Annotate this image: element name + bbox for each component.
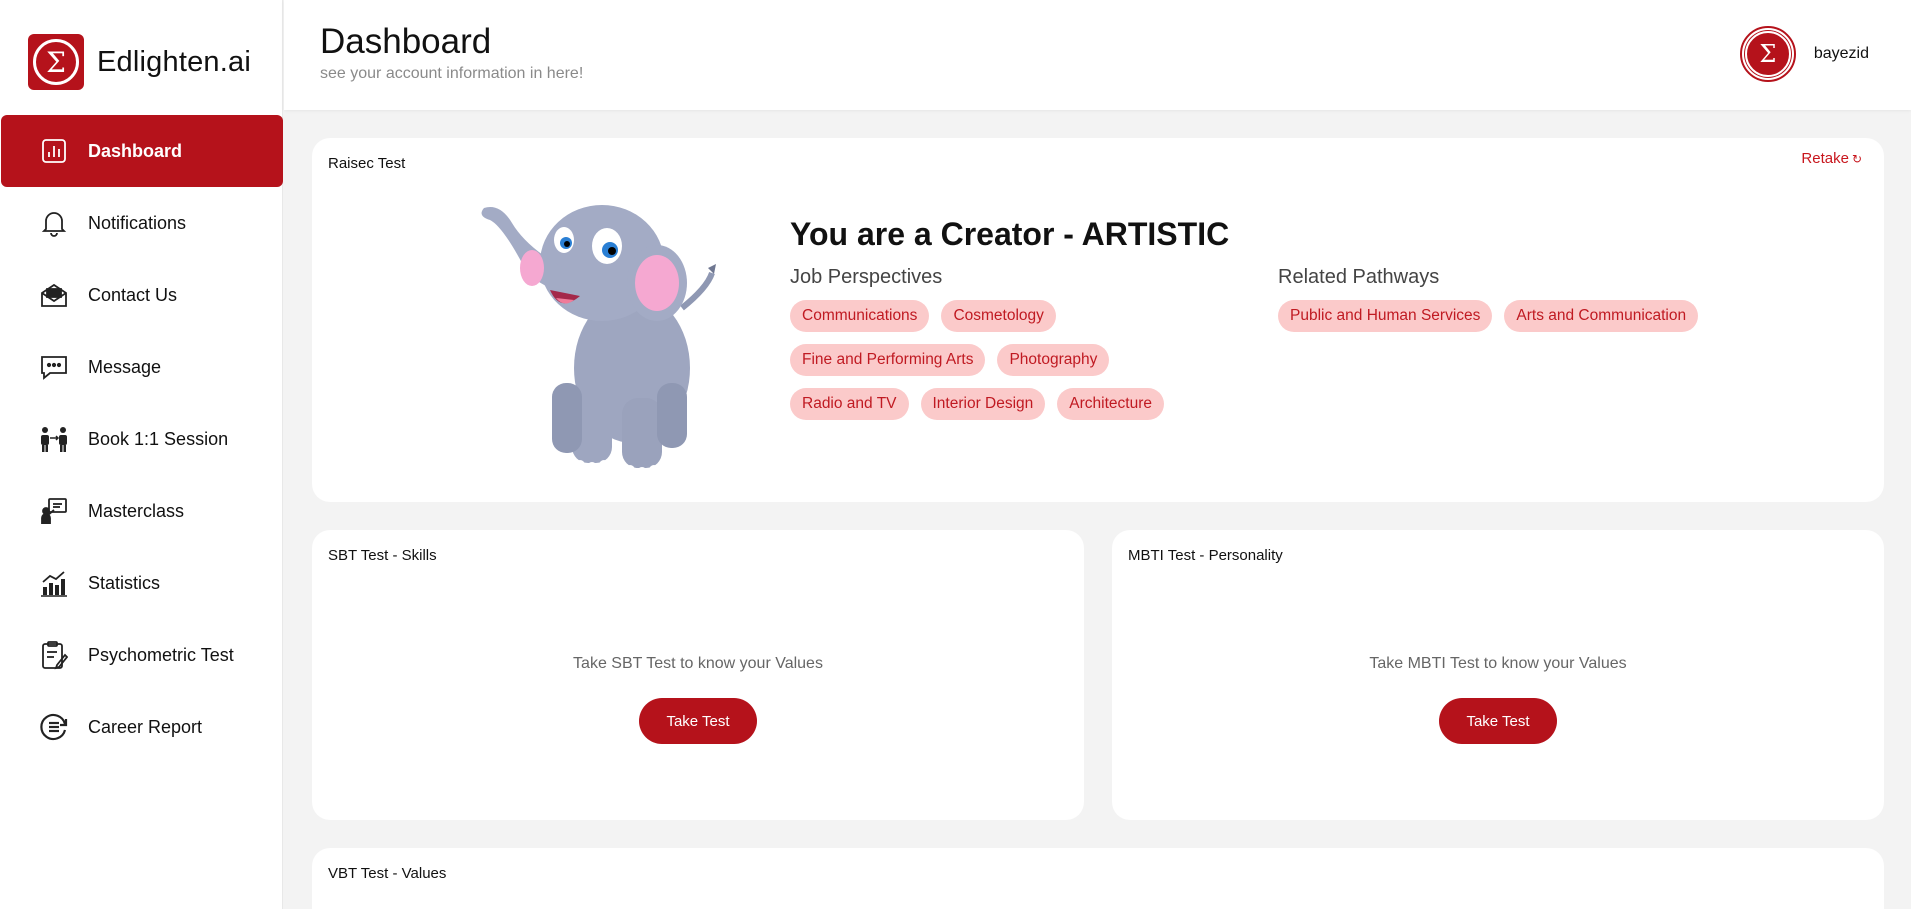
sidebar-item-label: Masterclass xyxy=(88,500,185,521)
job-tag: Architecture xyxy=(1057,388,1164,420)
job-tag: Radio and TV xyxy=(790,388,909,420)
job-tag: Photography xyxy=(997,344,1110,376)
job-perspectives-heading: Job Perspectives xyxy=(790,266,943,288)
vbt-test-card: VBT Test - Values xyxy=(312,848,1884,909)
page-title: Dashboard xyxy=(320,22,492,61)
job-tag: Fine and Performing Arts xyxy=(790,344,986,376)
pathway-tag: Arts and Communication xyxy=(1504,300,1699,332)
avatar[interactable]: Σ xyxy=(1739,26,1796,82)
sidebar-item-dashboard[interactable]: Dashboard xyxy=(1,115,283,187)
mbti-take-test-button[interactable]: Take Test xyxy=(1439,698,1557,744)
elephant-illustration xyxy=(481,205,716,477)
page-subtitle: see your account information in here! xyxy=(320,65,584,82)
bar-chart-icon xyxy=(39,568,69,598)
brand-name: Edlighten.ai xyxy=(97,45,251,78)
sidebar-item-psychometric-test[interactable]: Psychometric Test xyxy=(1,619,283,691)
sbt-test-card: SBT Test - Skills Take SBT Test to know … xyxy=(312,530,1084,820)
sidebar-item-notifications[interactable]: Notifications xyxy=(1,187,283,259)
card-title: SBT Test - Skills xyxy=(328,547,437,564)
bell-icon xyxy=(39,208,69,238)
brand[interactable]: Σ Edlighten.ai xyxy=(28,34,251,90)
sidebar-item-statistics[interactable]: Statistics xyxy=(1,547,283,619)
username: bayezid xyxy=(1813,45,1869,62)
card-title: Raisec Test xyxy=(328,155,406,172)
retake-link[interactable]: Retake ↻ xyxy=(1801,150,1862,167)
pathway-tag: Public and Human Services xyxy=(1278,300,1493,332)
result-title: You are a Creator - ARTISTIC xyxy=(790,216,1230,252)
sbt-empty-message: Take SBT Test to know your Values xyxy=(573,655,823,672)
clipboard-icon xyxy=(39,640,69,670)
sidebar-item-masterclass[interactable]: Masterclass xyxy=(1,475,283,547)
user-profile[interactable]: Σ bayezid xyxy=(1739,26,1869,82)
report-icon xyxy=(39,712,69,742)
presentation-icon xyxy=(39,496,69,526)
sigma-logo-icon: Σ xyxy=(28,34,84,90)
sidebar-item-message[interactable]: Message xyxy=(1,331,283,403)
job-tag: Cosmetology xyxy=(941,300,1056,332)
sidebar-item-career-report[interactable]: Career Report xyxy=(1,691,283,763)
sidebar-item-label: Dashboard xyxy=(88,140,183,161)
chart-icon xyxy=(39,136,69,166)
top-header: Dashboard see your account information i… xyxy=(284,0,1911,110)
job-tag: Communications xyxy=(790,300,930,332)
message-icon xyxy=(39,352,69,382)
sidebar-item-label: Message xyxy=(88,356,162,377)
sidebar-item-label: Book 1:1 Session xyxy=(88,428,229,449)
raisec-test-card: Raisec Test Retake ↻ You are a Creator -… xyxy=(312,138,1884,502)
mbti-test-card: MBTI Test - Personality Take MBTI Test t… xyxy=(1112,530,1884,820)
sidebar-item-label: Psychometric Test xyxy=(88,644,234,665)
sidebar: Σ Edlighten.ai Dashboard Notifications C… xyxy=(0,0,283,909)
sigma-logo-icon: Σ xyxy=(1744,31,1791,77)
sidebar-item-book-session[interactable]: Book 1:1 Session xyxy=(1,403,283,475)
sidebar-item-contact-us[interactable]: Contact Us xyxy=(1,259,283,331)
people-icon xyxy=(39,424,69,454)
job-perspectives-tags: Communications Cosmetology Fine and Perf… xyxy=(790,300,1210,420)
sidebar-item-label: Statistics xyxy=(88,572,161,593)
mail-icon xyxy=(39,280,69,310)
job-tag: Interior Design xyxy=(920,388,1046,420)
sidebar-nav: Dashboard Notifications Contact Us Messa… xyxy=(1,115,283,763)
retake-label: Retake xyxy=(1801,150,1849,167)
sidebar-item-label: Contact Us xyxy=(88,284,178,305)
related-pathways-tags: Public and Human Services Arts and Commu… xyxy=(1278,300,1758,332)
refresh-icon: ↻ xyxy=(1851,151,1862,166)
card-title: MBTI Test - Personality xyxy=(1128,547,1283,564)
sbt-take-test-button[interactable]: Take Test xyxy=(639,698,757,744)
mbti-empty-message: Take MBTI Test to know your Values xyxy=(1369,655,1627,672)
sidebar-item-label: Notifications xyxy=(88,212,187,233)
sidebar-item-label: Career Report xyxy=(88,716,203,737)
related-pathways-heading: Related Pathways xyxy=(1278,266,1440,288)
card-title: VBT Test - Values xyxy=(328,865,447,882)
